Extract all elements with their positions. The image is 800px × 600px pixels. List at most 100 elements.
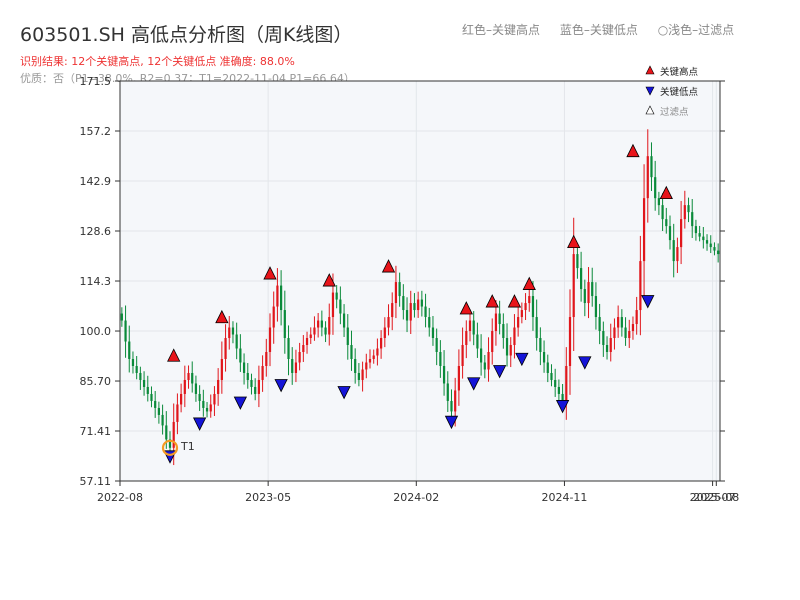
candle-body: [402, 296, 405, 311]
candle-body: [346, 327, 349, 346]
candle-body: [239, 348, 242, 363]
candle-body: [305, 338, 309, 346]
candle-body: [424, 306, 427, 318]
candle-body: [524, 303, 527, 311]
candle-body: [457, 365, 460, 391]
candle-body: [142, 379, 146, 387]
legend-high-label: 关键高点: [660, 66, 699, 78]
candle-body: [472, 320, 475, 335]
candle-body: [313, 327, 316, 335]
candle-body: [254, 386, 257, 394]
candle-body: [194, 383, 198, 394]
candle-body: [576, 254, 579, 269]
candle-body: [198, 393, 201, 401]
candle-body: [235, 334, 238, 349]
candle-body: [261, 365, 264, 380]
y-tick-label: 157.2: [80, 125, 112, 138]
candle-body: [257, 379, 260, 394]
candle-body: [668, 226, 672, 241]
candle-body: [180, 393, 183, 405]
y-tick-label: 71.41: [80, 425, 112, 438]
candle-body: [150, 393, 153, 401]
x-tick-label: 2024-02: [393, 491, 439, 504]
candle-body: [639, 261, 642, 311]
candle-body: [624, 327, 627, 339]
candle-body: [213, 393, 216, 405]
candle-body: [317, 320, 320, 328]
candle-body: [157, 407, 160, 415]
candle-body: [246, 372, 249, 380]
candle-body: [242, 362, 246, 373]
candle-body: [205, 407, 209, 412]
candle-body: [413, 303, 416, 311]
candle-body: [698, 233, 701, 237]
y-tick-label: 142.9: [80, 175, 112, 188]
candle-body: [705, 240, 709, 244]
legend-low-label: 关键低点: [660, 86, 699, 98]
candle-body: [265, 352, 268, 366]
candle-body: [365, 362, 368, 370]
candle-body: [465, 331, 468, 346]
candle-body: [568, 317, 572, 366]
candle-body: [494, 313, 498, 332]
candle-body: [324, 327, 327, 335]
candle-body: [439, 352, 442, 366]
candle-body: [554, 379, 557, 387]
candle-body: [268, 327, 272, 353]
candle-body: [161, 414, 164, 426]
candle-body: [187, 372, 190, 380]
candle-body: [139, 372, 142, 380]
legend-high-icon: [645, 65, 655, 75]
candle-body: [339, 299, 342, 314]
candle-body: [409, 303, 412, 321]
candle-body: [272, 306, 275, 328]
candle-body: [450, 400, 453, 412]
candle-body: [220, 358, 223, 380]
candle-body: [335, 292, 338, 300]
candle-body: [276, 285, 279, 307]
candle-body: [431, 327, 435, 339]
candle-body: [654, 177, 657, 199]
candle-body: [342, 313, 346, 328]
candle-body: [250, 379, 253, 387]
t1-label: T1: [180, 440, 195, 453]
candle-body: [124, 320, 127, 342]
candle-body: [280, 285, 283, 311]
candle-body: [165, 425, 168, 440]
candle-body: [528, 296, 531, 304]
candle-body: [376, 348, 379, 356]
candle-body: [613, 327, 616, 339]
candle-body: [120, 313, 123, 321]
candle-body: [391, 303, 394, 318]
candle-body: [405, 310, 409, 321]
candle-body: [209, 404, 212, 412]
legend-filtered-label: 过滤点: [660, 106, 689, 118]
candle-body: [598, 317, 601, 332]
candle-body: [605, 345, 609, 353]
candle-body: [661, 205, 664, 220]
y-tick-label: 114.3: [80, 275, 112, 288]
candle-body: [557, 386, 560, 394]
candle-body: [620, 317, 623, 328]
candle-body: [691, 212, 694, 227]
candle-body: [287, 338, 290, 359]
candle-body: [128, 341, 131, 359]
candle-body: [717, 250, 720, 255]
candle-body: [361, 369, 364, 380]
candle-body: [509, 345, 512, 356]
candle-body: [561, 393, 564, 401]
candle-body: [331, 292, 335, 318]
candle-body: [676, 247, 679, 262]
candle-body: [224, 338, 227, 359]
candle-body: [657, 198, 660, 206]
candle-body: [468, 320, 472, 332]
candle-body: [398, 282, 401, 297]
candle-body: [487, 352, 490, 370]
y-tick-label: 57.11: [80, 475, 112, 488]
candlestick-chart: T1 57.11 71.41 85.70 100.0 114.3 128.6 142.9 15…: [80, 65, 739, 504]
candle-body: [535, 317, 538, 339]
candle-body: [683, 205, 686, 220]
candle-body: [546, 362, 549, 373]
candle-body: [565, 365, 568, 401]
candle-body: [580, 268, 583, 290]
